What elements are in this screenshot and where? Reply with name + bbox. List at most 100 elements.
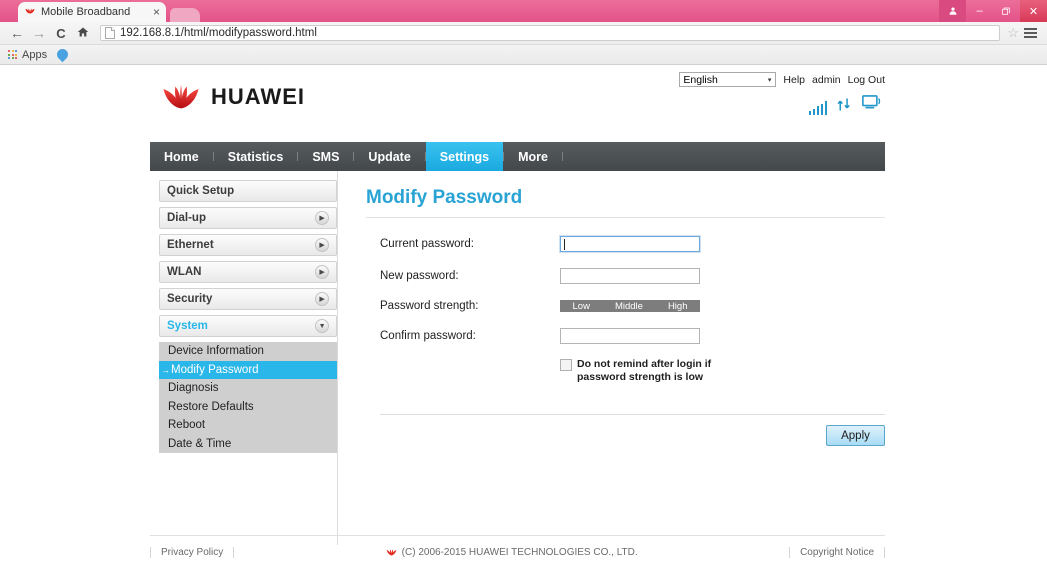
- new-password-input[interactable]: [560, 268, 700, 284]
- sidebar-menu: Quick Setup Dial-up ▶ Ethernet ▶ WLAN ▶: [150, 171, 337, 545]
- do-not-remind-label: Do not remind after login if password st…: [577, 358, 747, 384]
- page-footer: Privacy Policy (C) 2006-2015 HUAWEI TECH…: [150, 535, 885, 568]
- browser-tab-title: Mobile Broadband: [41, 6, 149, 18]
- chevron-right-icon: ▶: [315, 292, 329, 306]
- sidebar-item-diagnosis[interactable]: Diagnosis: [159, 379, 337, 398]
- data-transfer-icon: [836, 97, 853, 115]
- text-cursor: [564, 239, 565, 250]
- strength-level-low: Low: [573, 301, 590, 312]
- current-password-input[interactable]: [560, 236, 700, 252]
- new-password-label: New password:: [380, 270, 560, 282]
- bookmark-apps-label[interactable]: Apps: [22, 49, 47, 61]
- browser-titlebar: Mobile Broadband × – ✕: [0, 0, 1047, 22]
- form-bottom-divider: [380, 414, 885, 415]
- sidebar-item-label: Modify Password: [171, 364, 259, 376]
- reload-icon[interactable]: C: [54, 26, 68, 41]
- arrow-right-icon: →: [161, 365, 170, 375]
- form-row-password-strength: Password strength: Low Middle High: [380, 300, 885, 312]
- forward-icon[interactable]: →: [32, 25, 46, 41]
- modify-password-form: Current password: New password: Password…: [366, 218, 885, 446]
- nav-item-home[interactable]: Home: [150, 142, 213, 171]
- nav-item-sms[interactable]: SMS: [298, 142, 353, 171]
- help-link[interactable]: Help: [783, 74, 805, 86]
- nav-item-update[interactable]: Update: [354, 142, 424, 171]
- window-maximize-button[interactable]: [993, 0, 1020, 22]
- password-strength-meter: Low Middle High: [560, 300, 700, 312]
- confirm-password-input[interactable]: [560, 328, 700, 344]
- browser-menu-icon[interactable]: [1024, 28, 1037, 38]
- huawei-logo: HUAWEI: [160, 82, 305, 112]
- sidebar-item-ethernet[interactable]: Ethernet ▶: [159, 234, 337, 256]
- chevron-right-icon: ▶: [315, 211, 329, 225]
- sidebar-item-restore-defaults[interactable]: Restore Defaults: [159, 398, 337, 417]
- huawei-brand-text: HUAWEI: [211, 84, 305, 110]
- current-user-label[interactable]: admin: [812, 74, 841, 86]
- sidebar-item-quick-setup[interactable]: Quick Setup: [159, 180, 337, 202]
- sidebar-item-security[interactable]: Security ▶: [159, 288, 337, 310]
- do-not-remind-checkbox[interactable]: [560, 359, 572, 371]
- sidebar-item-label: Quick Setup: [167, 185, 234, 197]
- form-row-current-password: Current password:: [380, 236, 885, 252]
- sidebar-item-dial-up[interactable]: Dial-up ▶: [159, 207, 337, 229]
- window-controls: – ✕: [939, 0, 1047, 22]
- sidebar-item-label: Diagnosis: [168, 382, 219, 394]
- sidebar-item-label: Device Information: [168, 345, 264, 357]
- sidebar-item-system[interactable]: System ▼: [159, 315, 337, 337]
- chevron-right-icon: ▶: [315, 265, 329, 279]
- bookmark-star-icon[interactable]: ☆: [1007, 25, 1019, 41]
- bookmarks-bar: Apps: [0, 45, 1047, 65]
- header-top-links: English ▾ Help admin Log Out: [679, 72, 885, 87]
- sidebar-item-label: System: [167, 320, 208, 332]
- form-row-reminder: Do not remind after login if password st…: [380, 358, 885, 384]
- logout-link[interactable]: Log Out: [848, 74, 885, 86]
- home-icon[interactable]: [76, 25, 90, 41]
- sidebar-item-label: Ethernet: [167, 239, 214, 251]
- sidebar-submenu-system: Device Information → Modify Password Dia…: [159, 342, 337, 453]
- window-close-button[interactable]: ✕: [1020, 0, 1047, 22]
- sidebar-item-label: Date & Time: [168, 438, 231, 450]
- current-password-label: Current password:: [380, 238, 560, 250]
- address-bar-url: 192.168.8.1/html/modifypassword.html: [120, 27, 317, 39]
- privacy-policy-link[interactable]: Privacy Policy: [150, 547, 234, 558]
- address-bar[interactable]: 192.168.8.1/html/modifypassword.html: [100, 25, 1000, 41]
- main-content: Modify Password Current password: New pa…: [338, 171, 885, 545]
- huawei-mini-logo-icon: [386, 548, 397, 557]
- chevron-right-icon: ▶: [315, 238, 329, 252]
- user-profile-icon[interactable]: [939, 0, 966, 22]
- sidebar-item-label: Reboot: [168, 419, 205, 431]
- browser-tab[interactable]: Mobile Broadband ×: [18, 2, 166, 22]
- signal-strength-icon: [809, 101, 828, 115]
- apps-grid-icon[interactable]: [8, 50, 17, 59]
- strength-level-high: High: [668, 301, 688, 312]
- sidebar-item-device-information[interactable]: Device Information: [159, 342, 337, 361]
- sidebar-item-date-time[interactable]: Date & Time: [159, 435, 337, 454]
- new-tab-button[interactable]: [170, 8, 200, 22]
- form-row-confirm-password: Confirm password:: [380, 328, 885, 344]
- connection-monitor-icon: [862, 95, 883, 115]
- main-navigation: Home Statistics SMS Update Settings More: [150, 142, 885, 171]
- sidebar-item-label: Dial-up: [167, 212, 206, 224]
- huawei-logo-icon: [160, 82, 202, 112]
- back-icon[interactable]: ←: [10, 25, 24, 41]
- copyright-text: (C) 2006-2015 HUAWEI TECHNOLOGIES CO., L…: [402, 547, 638, 558]
- confirm-password-label: Confirm password:: [380, 330, 560, 342]
- form-row-new-password: New password:: [380, 268, 885, 284]
- tab-close-icon[interactable]: ×: [153, 6, 160, 18]
- sidebar-item-wlan[interactable]: WLAN ▶: [159, 261, 337, 283]
- browser-window: Mobile Broadband × – ✕ ← → C 192.168.8.1…: [0, 0, 1047, 566]
- window-minimize-button[interactable]: –: [966, 0, 993, 22]
- sidebar-item-label: Security: [167, 293, 212, 305]
- copyright-notice-link[interactable]: Copyright Notice: [789, 547, 885, 558]
- huawei-favicon-icon: [24, 6, 36, 18]
- language-select[interactable]: English ▾: [679, 72, 776, 87]
- strength-level-middle: Middle: [615, 301, 643, 312]
- nav-item-statistics[interactable]: Statistics: [214, 142, 298, 171]
- nav-item-more[interactable]: More: [504, 142, 562, 171]
- apply-button[interactable]: Apply: [826, 425, 885, 446]
- location-pin-bookmark-icon[interactable]: [57, 49, 68, 60]
- browser-navigation-bar: ← → C 192.168.8.1/html/modifypassword.ht…: [0, 22, 1047, 45]
- sidebar-item-reboot[interactable]: Reboot: [159, 416, 337, 435]
- sidebar-item-label: WLAN: [167, 266, 202, 278]
- nav-item-settings[interactable]: Settings: [426, 142, 503, 171]
- sidebar-item-modify-password[interactable]: → Modify Password: [159, 361, 337, 380]
